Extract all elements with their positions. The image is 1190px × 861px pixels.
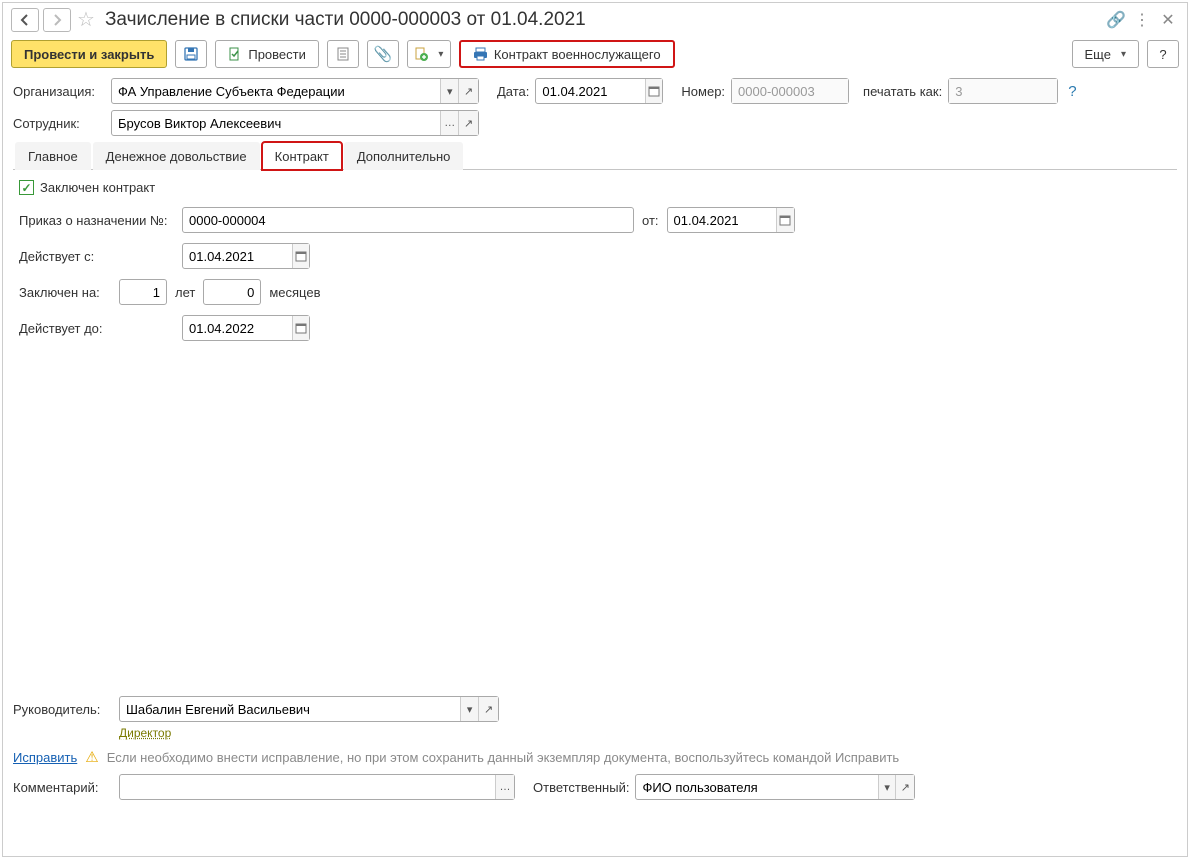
calendar-icon: [295, 322, 307, 334]
manager-input[interactable]: [120, 697, 460, 721]
tab-content-contract: ✓ Заключен контракт Приказ о назначении …: [13, 170, 1177, 690]
create-based-on-button[interactable]: [407, 40, 451, 68]
tab-contract[interactable]: Контракт: [262, 142, 342, 170]
emp-label: Сотрудник:: [13, 116, 105, 131]
help-hint[interactable]: ?: [1068, 83, 1076, 100]
contract-checkbox-label: Заключен контракт: [40, 180, 155, 195]
comment-input[interactable]: [120, 775, 495, 799]
calendar-button[interactable]: [292, 244, 309, 268]
dropdown-button[interactable]: ▾: [440, 79, 458, 103]
date-input[interactable]: [536, 79, 645, 103]
order-input[interactable]: [183, 208, 633, 232]
tab-additional[interactable]: Дополнительно: [344, 142, 464, 170]
comment-label: Комментарий:: [13, 780, 113, 795]
term-label: Заключен на:: [19, 285, 111, 300]
floppy-icon: [183, 46, 199, 62]
org-label: Организация:: [13, 84, 105, 99]
tab-main[interactable]: Главное: [15, 142, 91, 170]
post-button[interactable]: Провести: [215, 40, 319, 68]
ellipsis-button[interactable]: …: [495, 775, 514, 799]
save-button[interactable]: [175, 40, 207, 68]
question-icon: ?: [1159, 47, 1166, 62]
validfrom-label: Действует с:: [19, 249, 174, 264]
attach-button[interactable]: 📎: [367, 40, 399, 68]
contract-checkbox[interactable]: ✓: [19, 180, 34, 195]
calendar-button[interactable]: [645, 79, 662, 103]
kebab-icon[interactable]: ⋮: [1131, 9, 1153, 31]
fix-link[interactable]: Исправить: [13, 750, 77, 765]
calendar-icon: [779, 214, 791, 226]
ellipsis-button[interactable]: …: [440, 111, 458, 135]
open-button[interactable]: ↗: [458, 79, 478, 103]
validto-label: Действует до:: [19, 321, 174, 336]
responsible-input[interactable]: [636, 775, 877, 799]
org-input[interactable]: [112, 79, 440, 103]
calendar-icon: [295, 250, 307, 262]
button-label: Провести: [248, 47, 306, 62]
nav-forward-button[interactable]: [43, 8, 71, 32]
calendar-button[interactable]: [776, 208, 793, 232]
months-input[interactable]: [204, 280, 260, 304]
nav-back-button[interactable]: [11, 8, 39, 32]
order-label: Приказ о назначении №:: [19, 213, 174, 228]
ot-label: от:: [642, 213, 659, 228]
page-title: Зачисление в списки части 0000-000003 от…: [105, 9, 1101, 31]
more-button[interactable]: Еще: [1072, 40, 1139, 68]
num-label: Номер:: [681, 84, 725, 99]
printer-icon: [473, 47, 488, 61]
validto-input[interactable]: [183, 316, 292, 340]
emp-input[interactable]: [112, 111, 440, 135]
printas-input: [949, 79, 1057, 103]
manager-label: Руководитель:: [13, 702, 113, 717]
open-button[interactable]: ↗: [895, 775, 914, 799]
favorite-icon[interactable]: ☆: [75, 7, 97, 32]
calendar-icon: [648, 85, 660, 97]
post-and-close-button[interactable]: Провести и закрыть: [11, 40, 167, 68]
num-input: [732, 79, 848, 103]
manager-position-link[interactable]: Директор: [119, 726, 171, 740]
warning-icon: ⚠: [85, 748, 98, 766]
list-icon: [336, 47, 350, 61]
tabs-bar: Главное Денежное довольствие Контракт До…: [13, 142, 1177, 170]
paperclip-icon: 📎: [374, 45, 393, 63]
contract-print-button[interactable]: Контракт военнослужащего: [459, 40, 675, 68]
open-button[interactable]: ↗: [458, 111, 478, 135]
dropdown-button[interactable]: ▾: [878, 775, 895, 799]
tab-allowance[interactable]: Денежное довольствие: [93, 142, 260, 170]
validfrom-input[interactable]: [183, 244, 292, 268]
report-button[interactable]: [327, 40, 359, 68]
button-label: Еще: [1085, 47, 1111, 62]
responsible-label: Ответственный:: [533, 780, 629, 795]
arrow-left-icon: [19, 14, 31, 26]
years-unit: лет: [175, 285, 195, 300]
years-input[interactable]: [120, 280, 166, 304]
fix-hint: Если необходимо внести исправление, но п…: [107, 750, 899, 765]
ot-input[interactable]: [668, 208, 777, 232]
link-icon[interactable]: 🔗: [1105, 9, 1127, 31]
calendar-button[interactable]: [292, 316, 309, 340]
open-button[interactable]: ↗: [478, 697, 498, 721]
dropdown-button[interactable]: ▾: [460, 697, 478, 721]
printas-label: печатать как:: [863, 84, 942, 99]
document-check-icon: [228, 47, 242, 61]
help-button[interactable]: ?: [1147, 40, 1179, 68]
doc-plus-icon: [414, 47, 428, 61]
months-unit: месяцев: [269, 285, 320, 300]
button-label: Контракт военнослужащего: [494, 47, 661, 62]
arrow-right-icon: [51, 14, 63, 26]
close-icon[interactable]: ✕: [1157, 9, 1179, 31]
button-label: Провести и закрыть: [24, 47, 154, 62]
date-label: Дата:: [497, 84, 529, 99]
